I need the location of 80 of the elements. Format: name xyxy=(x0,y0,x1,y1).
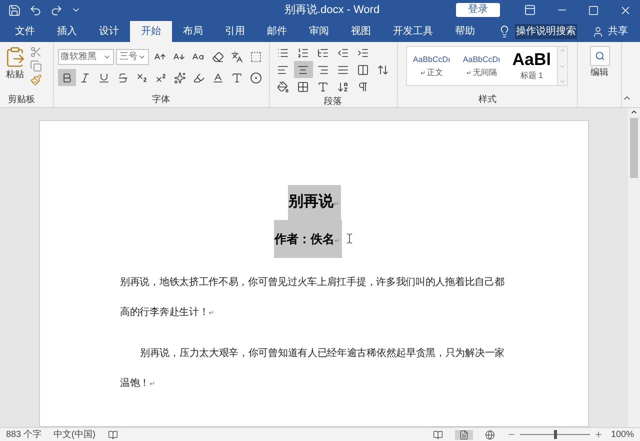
align-icon xyxy=(337,64,350,76)
ribbon-tab[interactable]: 邮件 xyxy=(256,21,298,42)
print-layout-icon[interactable] xyxy=(458,430,469,440)
line-spacing-icon xyxy=(377,64,390,76)
login-button[interactable]: 登录 xyxy=(456,3,500,17)
user-icon[interactable] xyxy=(592,26,604,38)
group-label: 字体 xyxy=(151,92,172,106)
scroll-up-icon[interactable] xyxy=(630,108,638,116)
scrollbar-thumb[interactable] xyxy=(630,118,638,178)
change-case-icon xyxy=(192,50,204,62)
ribbon-tab[interactable]: 布局 xyxy=(172,21,214,42)
underline-icon xyxy=(98,72,110,84)
sort-icon xyxy=(337,80,350,92)
bold-button[interactable] xyxy=(58,69,76,86)
read-mode-icon[interactable] xyxy=(432,430,443,440)
character-border-icon xyxy=(250,50,262,62)
group-label: 样式 xyxy=(477,92,498,106)
italic-icon xyxy=(79,72,92,84)
borders-icon xyxy=(297,80,310,92)
ribbon-tab[interactable]: 引用 xyxy=(214,21,256,42)
increase-indent-icon xyxy=(357,46,370,58)
style-item[interactable]: AaBl 标题 1 xyxy=(506,47,557,85)
asian-layout-icon xyxy=(317,80,330,92)
align-icon xyxy=(297,64,310,76)
paste-button[interactable]: 粘贴 xyxy=(4,46,26,92)
group-label: 剪贴板 xyxy=(7,92,36,106)
decrease-indent-icon xyxy=(337,46,350,58)
distributed-icon xyxy=(357,64,370,76)
ribbon-tab[interactable]: 开始 xyxy=(130,21,172,42)
lightbulb-icon[interactable] xyxy=(498,25,511,38)
window-title: 别再说.docx - Word xyxy=(283,2,381,18)
numbering-icon xyxy=(297,46,310,58)
bold-icon xyxy=(60,72,73,84)
font-size-field[interactable]: 三号 xyxy=(116,48,150,64)
multilevel-list-icon xyxy=(317,46,330,58)
proofing-icon[interactable] xyxy=(108,430,118,440)
format-painter-icon[interactable] xyxy=(30,74,42,86)
shrink-font-icon xyxy=(173,50,186,62)
align-icon xyxy=(317,64,330,76)
undo-icon[interactable] xyxy=(29,4,42,16)
word-count[interactable]: 883 个字 xyxy=(6,428,42,441)
text-effects-icon xyxy=(174,72,186,84)
ribbon-display-icon[interactable] xyxy=(524,4,536,16)
save-icon[interactable] xyxy=(8,4,21,16)
enclose-character-icon xyxy=(250,72,262,84)
strikethrough-icon xyxy=(117,72,130,84)
highlight-icon xyxy=(192,72,205,84)
redo-icon[interactable] xyxy=(50,4,63,16)
zoom-percentage[interactable]: 100% xyxy=(610,428,634,441)
ribbon-tab[interactable]: 插入 xyxy=(46,21,88,42)
language-status[interactable]: 中文(中国) xyxy=(54,428,96,441)
font-color-icon xyxy=(212,72,224,84)
clear-format-icon xyxy=(212,50,224,62)
zoom-slider-thumb[interactable] xyxy=(554,430,557,439)
search-icon xyxy=(594,51,605,61)
share-button[interactable]: 共享 xyxy=(608,24,628,39)
character-shading-icon xyxy=(230,72,243,84)
subscript-icon xyxy=(136,72,148,84)
phonetic-guide-icon xyxy=(230,50,243,62)
group-label: 段落 xyxy=(323,95,344,108)
superscript-icon xyxy=(155,72,168,84)
web-layout-icon[interactable] xyxy=(484,430,495,440)
grow-font-icon xyxy=(154,50,166,62)
ribbon-tab[interactable]: 设计 xyxy=(88,21,130,42)
cut-icon[interactable] xyxy=(30,46,42,58)
ribbon-tab[interactable]: 文件 xyxy=(4,21,46,42)
ribbon-tab[interactable]: 审阅 xyxy=(298,21,340,42)
font-name-field[interactable]: 微软雅黑 xyxy=(58,48,114,64)
ribbon-tab[interactable]: 帮助 xyxy=(444,21,486,42)
ribbon-tab[interactable]: 开发工具 xyxy=(382,21,444,42)
maximize-icon[interactable] xyxy=(588,4,599,16)
align-button[interactable] xyxy=(294,61,313,78)
tell-me-search[interactable]: 操作说明搜索 xyxy=(515,24,577,39)
ribbon-tab[interactable]: 视图 xyxy=(340,21,382,42)
shading-icon xyxy=(277,80,290,92)
align-icon xyxy=(277,64,290,76)
show-marks-icon xyxy=(357,80,370,92)
zoom-in-icon[interactable] xyxy=(594,430,603,439)
copy-icon[interactable] xyxy=(30,60,42,72)
clipboard-icon xyxy=(4,46,26,68)
